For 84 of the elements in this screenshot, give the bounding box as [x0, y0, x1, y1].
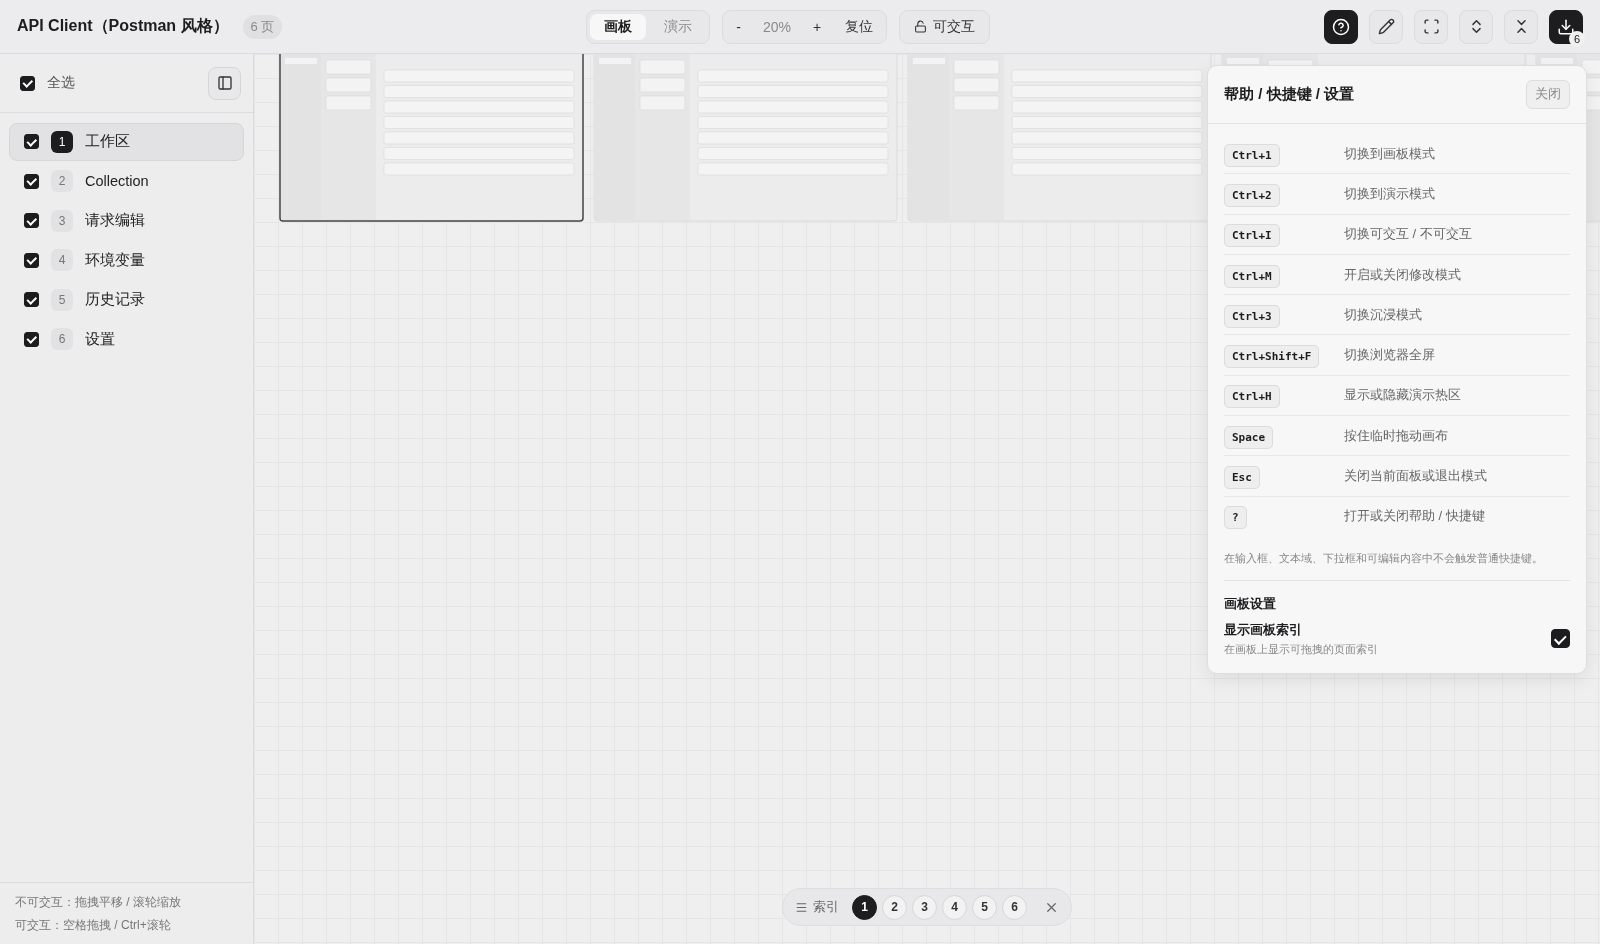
shortcut-description: 开启或关闭修改模式 [1344, 265, 1461, 284]
shortcut-key: ? [1224, 506, 1247, 530]
index-page-button[interactable]: 5 [972, 894, 997, 920]
shortcut-description: 关闭当前面板或退出模式 [1344, 467, 1487, 485]
help-icon [1332, 17, 1350, 36]
shortcut-key: Ctrl+2 [1224, 183, 1280, 207]
index-page-button[interactable]: 1 [852, 894, 877, 920]
hint-text: 可交互：空格拖拽 / Ctrl+滚轮 [15, 917, 172, 934]
download-icon [1557, 17, 1575, 36]
page-item[interactable]: 1 工作区 [9, 123, 244, 161]
page-count: 6 页 [242, 14, 283, 39]
shortcut-key: Ctrl+M [1224, 264, 1280, 288]
shortcut-key: Esc [1224, 466, 1260, 489]
help-button[interactable] [1324, 9, 1358, 44]
page-item[interactable]: 6 设置 [9, 320, 244, 358]
panel-title: 帮助 / 快捷键 / 设置 [1224, 85, 1354, 104]
shortcut-description: 切换可交互 / 不可交互 [1344, 225, 1472, 244]
index-page-button[interactable]: 6 [1002, 894, 1027, 920]
shortcut-key: Space [1224, 425, 1274, 449]
sidebar-toggle-button[interactable] [208, 66, 241, 100]
page-item[interactable]: 2 Collection [9, 162, 244, 200]
checkbox[interactable] [24, 252, 39, 268]
shortcut-key: Ctrl+3 [1224, 304, 1280, 328]
page-label: 历史记录 [85, 290, 145, 310]
pencil-button[interactable] [1369, 9, 1403, 44]
shortcut-key: Ctrl+1 [1224, 143, 1280, 167]
zoom-level: 20% [761, 18, 792, 35]
menu-icon [795, 900, 808, 914]
page-label: 环境变量 [85, 250, 145, 270]
checkbox[interactable] [24, 134, 39, 150]
index-page-button[interactable]: 4 [942, 894, 967, 920]
checkbox[interactable] [24, 331, 39, 347]
expand-button[interactable] [1459, 9, 1493, 44]
checkbox[interactable] [20, 75, 35, 91]
index-page-button[interactable]: 3 [912, 894, 937, 920]
page-number: 6 [51, 328, 73, 351]
fullscreen-button[interactable] [1414, 9, 1448, 44]
shortcut-description: 按住临时拖动画布 [1344, 426, 1448, 445]
page-label: 工作区 [85, 132, 130, 152]
shortcut-key: Ctrl+H [1224, 385, 1280, 409]
page-label: 设置 [85, 329, 115, 349]
zoom-in-button[interactable]: + [802, 13, 832, 40]
page-label: Collection [85, 173, 149, 190]
shortcut-note: 在输入框、文本域、下拉框和可编辑内容中不会触发普通快捷键。 [1224, 550, 1570, 581]
fullscreen-icon [1422, 18, 1440, 35]
shortcut-description: 切换到画板模式 [1344, 144, 1435, 163]
unlock-icon [914, 20, 928, 33]
hint-text: 不可交互：拖拽平移 / 滚轮缩放 [15, 894, 182, 911]
checkbox[interactable] [1551, 629, 1570, 649]
shortcut-description: 切换沉浸模式 [1344, 305, 1422, 324]
setting-description: 在画板上显示可拖拽的页面索引 [1224, 642, 1379, 657]
page-number: 3 [51, 209, 73, 232]
page-item[interactable]: 4 环境变量 [9, 241, 244, 279]
download-button[interactable]: 6 [1549, 9, 1583, 44]
checkbox[interactable] [24, 213, 39, 229]
checkbox[interactable] [24, 173, 39, 189]
setting-label: 显示画板索引 [1224, 620, 1303, 639]
page-label: 请求编辑 [85, 211, 145, 231]
page-number: 4 [51, 249, 73, 272]
page-number: 1 [51, 130, 73, 153]
index-page-button[interactable]: 2 [882, 894, 907, 920]
page-item[interactable]: 5 历史记录 [9, 281, 244, 319]
mode-tab[interactable]: 画板 [590, 13, 647, 40]
shortcut-key: Ctrl+Shift+F [1224, 345, 1320, 369]
collapse-button[interactable] [1504, 9, 1538, 44]
interact-button[interactable]: 可交互 [899, 9, 991, 44]
page-number: 5 [51, 288, 73, 311]
app-title: API Client（Postman 风格） [17, 16, 229, 36]
shortcut-description: 切换浏览器全屏 [1344, 346, 1435, 365]
zoom-out-button[interactable]: - [726, 13, 751, 40]
select-all-label: 全选 [47, 74, 75, 92]
shortcut-description: 显示或隐藏演示热区 [1344, 386, 1461, 405]
count-badge: 6 [1569, 30, 1585, 47]
reset-button[interactable]: 复位 [835, 13, 884, 40]
pencil-icon [1377, 18, 1395, 35]
page-number: 2 [51, 170, 73, 193]
page-item[interactable]: 3 请求编辑 [9, 202, 244, 240]
shortcut-key: Ctrl+I [1224, 224, 1280, 248]
checkbox[interactable] [24, 292, 39, 308]
sidebar-icon [216, 75, 233, 91]
shortcut-description: 打开或关闭帮助 / 快捷键 [1344, 507, 1485, 526]
settings-heading: 画板设置 [1224, 594, 1277, 613]
shortcut-description: 切换到演示模式 [1344, 184, 1435, 203]
index-toggle[interactable]: 索引 [795, 898, 839, 916]
